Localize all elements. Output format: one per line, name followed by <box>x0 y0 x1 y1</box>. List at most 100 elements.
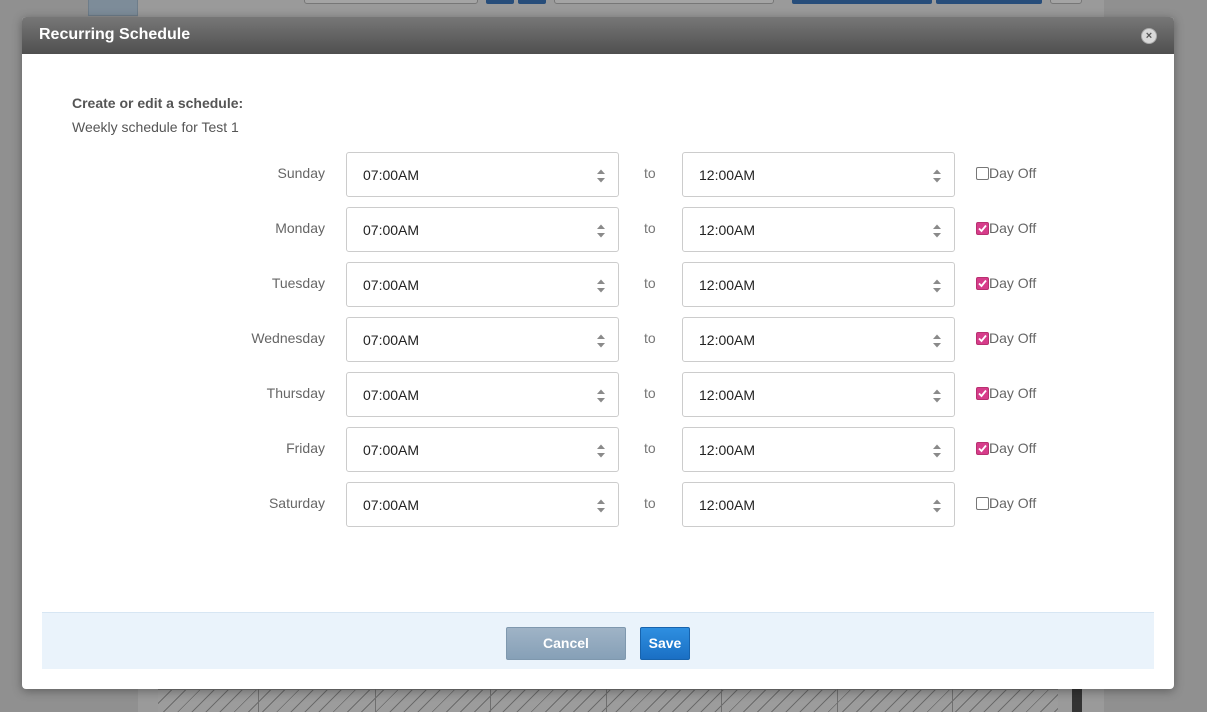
background-tab <box>88 0 138 16</box>
grid-divider <box>721 689 722 712</box>
start-time-value: 07:00AM <box>363 332 420 348</box>
start-time-value: 07:00AM <box>363 497 420 513</box>
day-off-checkbox[interactable] <box>976 222 989 235</box>
day-label: Wednesday <box>251 330 325 346</box>
end-time-select[interactable]: 12:00AM <box>682 262 955 307</box>
background-button <box>792 0 932 4</box>
day-label: Thursday <box>266 385 325 401</box>
background-button <box>1050 0 1082 4</box>
background-button <box>518 0 546 4</box>
dialog-title: Recurring Schedule <box>39 26 191 43</box>
end-time-select[interactable]: 12:00AM <box>682 482 955 527</box>
schedule-row-tuesday: Tuesday 07:00AM to 12:00AM Day Off <box>22 262 1174 307</box>
day-off-label: Day Off <box>989 165 1037 181</box>
dialog-header: Recurring Schedule × <box>22 17 1174 54</box>
save-button[interactable]: Save <box>640 627 690 660</box>
day-off-checkbox[interactable] <box>976 277 989 290</box>
end-time-select[interactable]: 12:00AM <box>682 372 955 417</box>
end-time-select[interactable]: 12:00AM <box>682 317 955 362</box>
day-off-label: Day Off <box>989 495 1037 511</box>
sort-arrows-icon <box>596 443 606 459</box>
day-off-label: Day Off <box>989 220 1037 236</box>
day-off-checkbox[interactable] <box>976 497 989 510</box>
start-time-select[interactable]: 07:00AM <box>346 427 619 472</box>
to-label: to <box>644 220 656 236</box>
start-time-value: 07:00AM <box>363 387 420 403</box>
start-time-value: 07:00AM <box>363 222 420 238</box>
start-time-value: 07:00AM <box>363 167 420 183</box>
to-label: to <box>644 495 656 511</box>
start-time-select[interactable]: 07:00AM <box>346 482 619 527</box>
schedule-row-monday: Monday 07:00AM to 12:00AM Day Off <box>22 207 1174 252</box>
start-time-value: 07:00AM <box>363 442 420 458</box>
sort-arrows-icon <box>932 223 942 239</box>
schedule-row-sunday: Sunday 07:00AM to 12:00AM Day Off <box>22 152 1174 197</box>
grid-divider <box>375 689 376 712</box>
grid-divider <box>837 689 838 712</box>
grid-divider <box>606 689 607 712</box>
day-label: Monday <box>275 220 325 236</box>
sort-arrows-icon <box>932 443 942 459</box>
close-icon[interactable]: × <box>1141 28 1157 44</box>
to-label: to <box>644 440 656 456</box>
to-label: to <box>644 330 656 346</box>
background-button <box>936 0 1042 4</box>
dialog-footer: Cancel Save <box>42 612 1154 669</box>
grid-divider <box>952 689 953 712</box>
sort-arrows-icon <box>932 388 942 404</box>
schedule-row-wednesday: Wednesday 07:00AM to 12:00AM Day Off <box>22 317 1174 362</box>
day-label: Saturday <box>268 495 325 511</box>
background-scrollbar <box>1072 688 1082 712</box>
schedule-heading: Create or edit a schedule: <box>72 95 244 111</box>
end-time-value: 12:00AM <box>699 442 756 458</box>
schedule-row-thursday: Thursday 07:00AM to 12:00AM Day Off <box>22 372 1174 417</box>
end-time-value: 12:00AM <box>699 167 756 183</box>
day-off-checkbox[interactable] <box>976 387 989 400</box>
sort-arrows-icon <box>596 498 606 514</box>
sort-arrows-icon <box>596 223 606 239</box>
end-time-value: 12:00AM <box>699 277 756 293</box>
grid-divider <box>258 689 259 712</box>
end-time-select[interactable]: 12:00AM <box>682 152 955 197</box>
background-calendar-grid <box>158 689 1058 712</box>
day-off-label: Day Off <box>989 330 1037 346</box>
background-button <box>486 0 514 4</box>
day-off-label: Day Off <box>989 440 1037 456</box>
end-time-select[interactable]: 12:00AM <box>682 207 955 252</box>
end-time-value: 12:00AM <box>699 387 756 403</box>
day-off-checkbox[interactable] <box>976 332 989 345</box>
to-label: to <box>644 275 656 291</box>
end-time-value: 12:00AM <box>699 222 756 238</box>
sort-arrows-icon <box>596 278 606 294</box>
sort-arrows-icon <box>596 333 606 349</box>
start-time-value: 07:00AM <box>363 277 420 293</box>
day-off-label: Day Off <box>989 385 1037 401</box>
end-time-value: 12:00AM <box>699 497 756 513</box>
end-time-select[interactable]: 12:00AM <box>682 427 955 472</box>
sort-arrows-icon <box>932 168 942 184</box>
cancel-button[interactable]: Cancel <box>506 627 626 660</box>
day-off-checkbox[interactable] <box>976 442 989 455</box>
start-time-select[interactable]: 07:00AM <box>346 262 619 307</box>
start-time-select[interactable]: 07:00AM <box>346 372 619 417</box>
day-label: Tuesday <box>271 275 325 291</box>
background-input <box>304 0 478 4</box>
day-label: Sunday <box>277 165 325 181</box>
sort-arrows-icon <box>932 278 942 294</box>
grid-divider <box>490 689 491 712</box>
day-label: Friday <box>286 440 325 456</box>
sort-arrows-icon <box>596 388 606 404</box>
sort-arrows-icon <box>932 498 942 514</box>
background-input <box>554 0 774 4</box>
sort-arrows-icon <box>596 168 606 184</box>
start-time-select[interactable]: 07:00AM <box>346 152 619 197</box>
start-time-select[interactable]: 07:00AM <box>346 207 619 252</box>
sort-arrows-icon <box>932 333 942 349</box>
day-off-checkbox[interactable] <box>976 167 989 180</box>
start-time-select[interactable]: 07:00AM <box>346 317 619 362</box>
schedule-row-friday: Friday 07:00AM to 12:00AM Day Off <box>22 427 1174 472</box>
recurring-schedule-dialog: Recurring Schedule × Create or edit a sc… <box>22 17 1174 689</box>
to-label: to <box>644 165 656 181</box>
schedule-row-saturday: Saturday 07:00AM to 12:00AM Day Off <box>22 482 1174 527</box>
to-label: to <box>644 385 656 401</box>
